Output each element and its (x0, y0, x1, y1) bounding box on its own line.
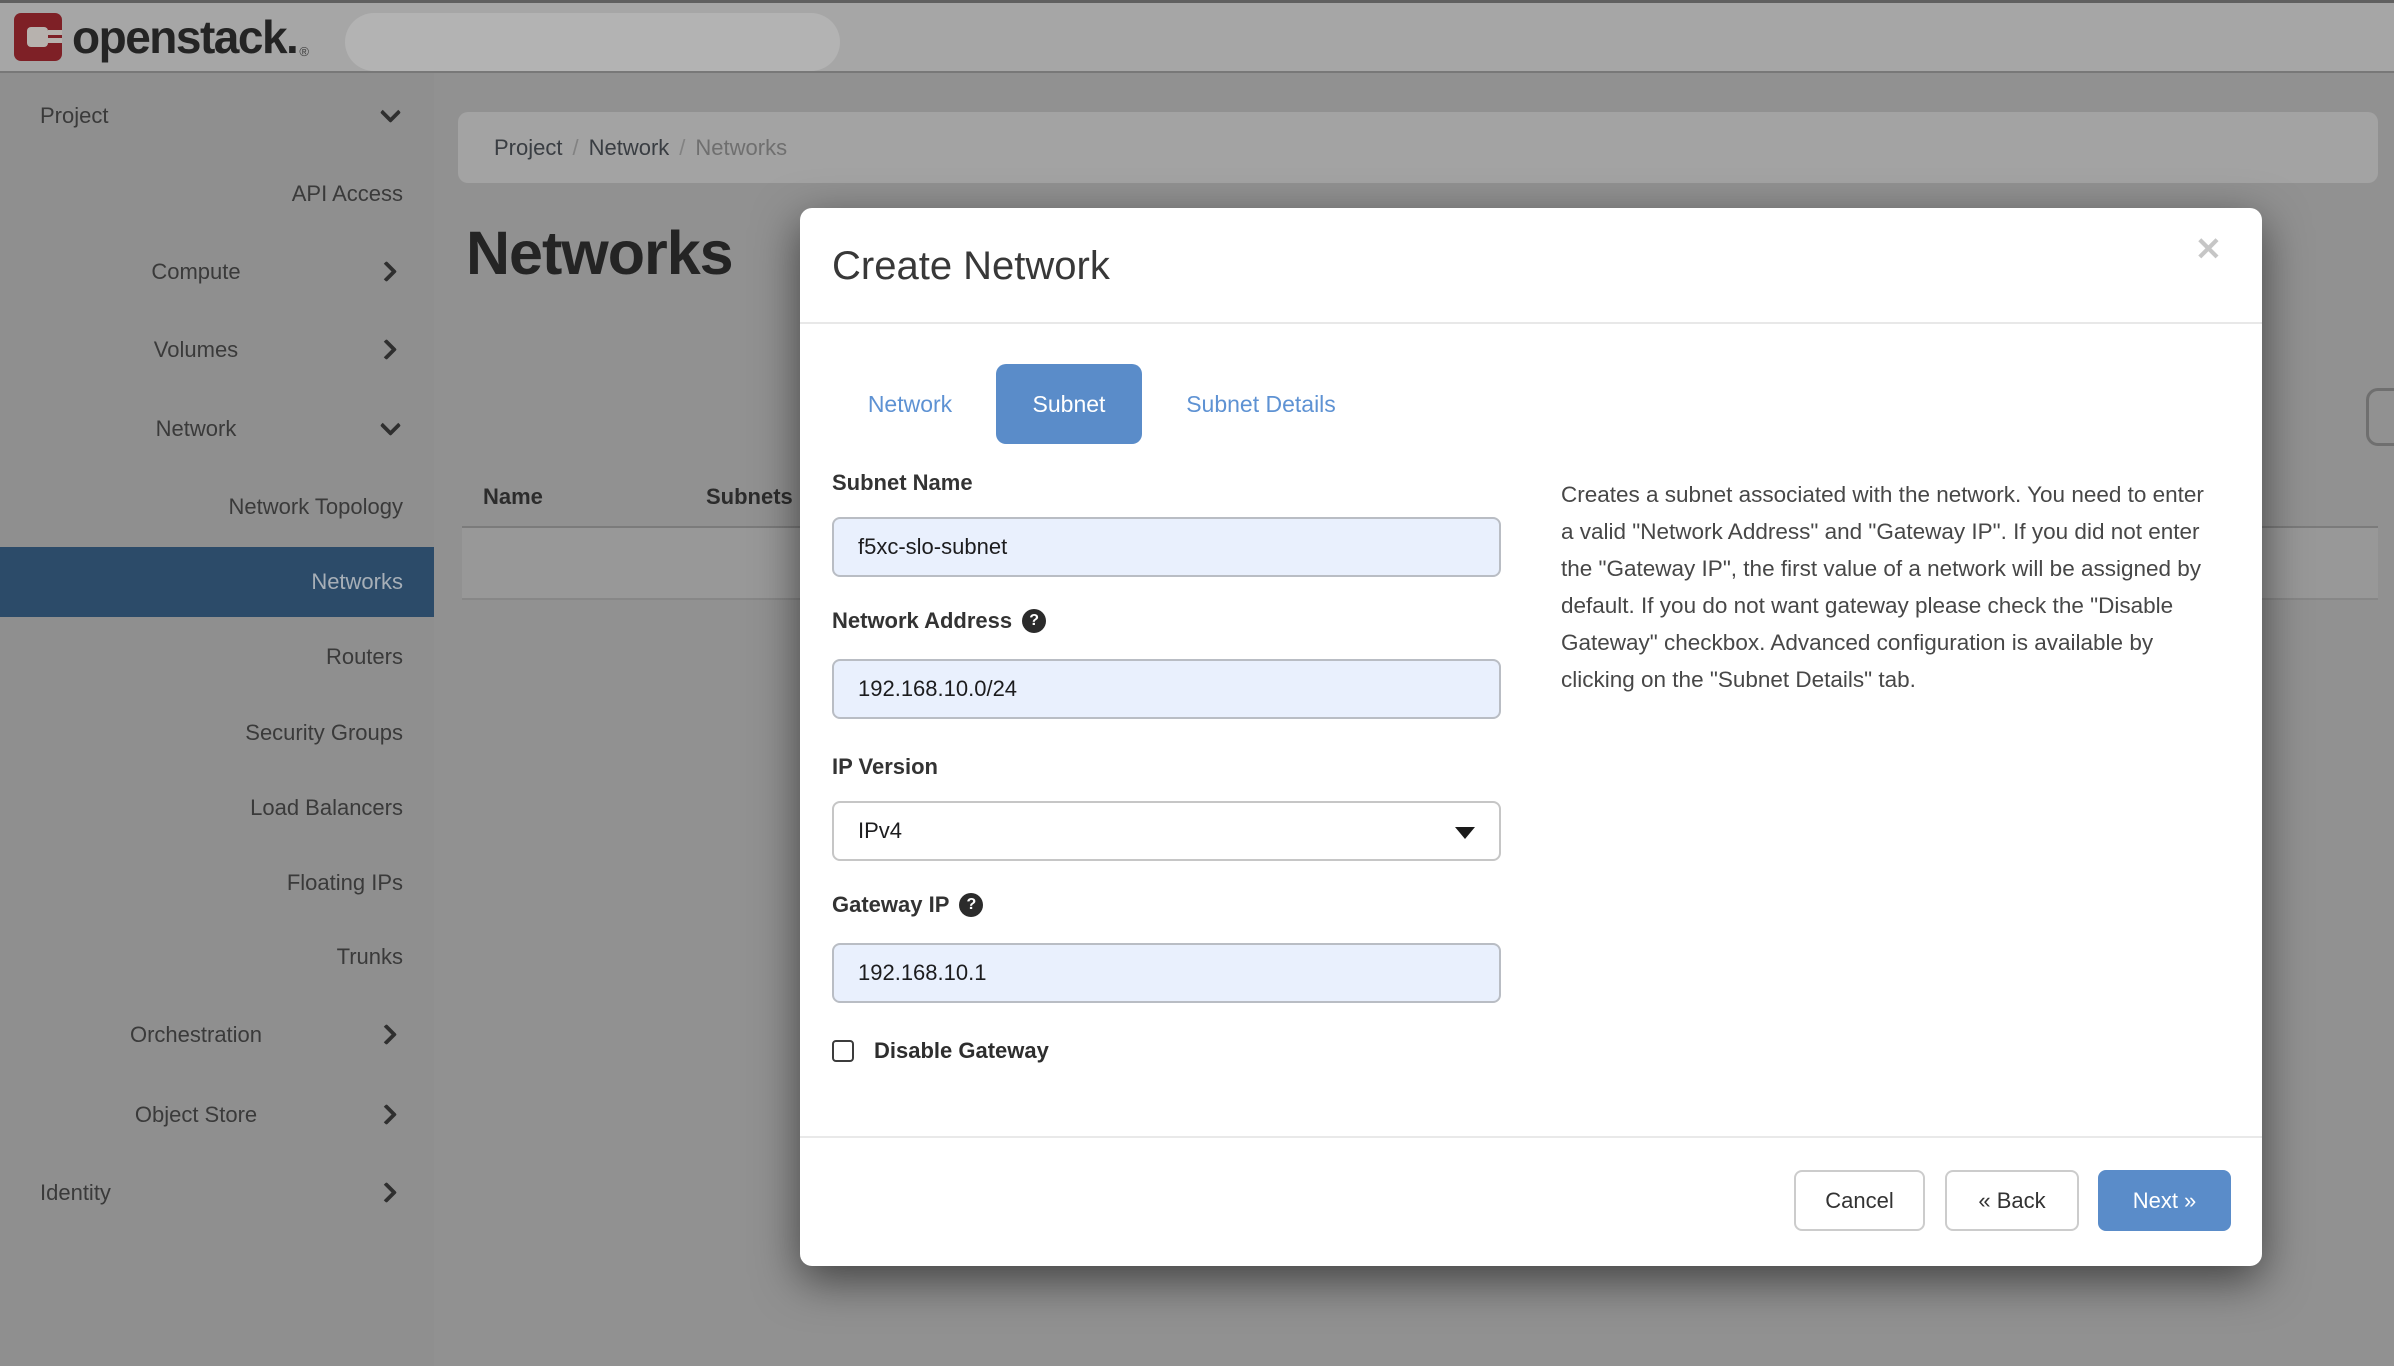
sidebar-item-routers[interactable]: Routers (0, 635, 434, 679)
ip-version-label: IP Version (832, 754, 938, 780)
network-address-input[interactable] (832, 659, 1501, 719)
breadcrumb-project[interactable]: Project (494, 135, 562, 160)
table-toolbar-button-cutoff[interactable] (2366, 388, 2394, 446)
openstack-logo-icon (14, 13, 62, 61)
subnet-help-text: Creates a subnet associated with the net… (1561, 476, 2217, 698)
back-button[interactable]: « Back (1945, 1170, 2079, 1231)
caret-down-icon (1455, 827, 1475, 839)
help-icon[interactable]: ? (959, 893, 983, 917)
breadcrumb-networks-current: Networks (695, 135, 787, 160)
top-navbar: openstack. ® (0, 0, 2394, 73)
registered-mark: ® (299, 44, 309, 59)
sidebar-item-networks-selected[interactable]: Networks (0, 547, 434, 617)
ip-version-select[interactable]: IPv4 (832, 801, 1501, 861)
sidebar-nav: Project API Access Compute Volumes Netwo… (0, 73, 434, 1366)
sidebar-item-network-topology[interactable]: Network Topology (0, 485, 434, 529)
tab-subnet-active[interactable]: Subnet (996, 364, 1142, 444)
subnet-name-input[interactable] (832, 517, 1501, 577)
sidebar-item-security-groups[interactable]: Security Groups (0, 711, 434, 755)
breadcrumb-network[interactable]: Network (589, 135, 670, 160)
network-address-label: Network Address ? (832, 608, 1046, 634)
subnet-name-label: Subnet Name (832, 470, 973, 496)
sidebar-item-load-balancers[interactable]: Load Balancers (0, 786, 434, 830)
modal-header-divider (800, 322, 2262, 324)
next-button[interactable]: Next » (2098, 1170, 2231, 1231)
sidebar-item-project[interactable]: Project (0, 94, 434, 138)
openstack-horizon-screen: openstack. ® Project API Access Compute … (0, 0, 2394, 1366)
cancel-button[interactable]: Cancel (1794, 1170, 1925, 1231)
tab-subnet-details[interactable]: Subnet Details (1156, 364, 1366, 444)
sidebar-item-trunks[interactable]: Trunks (0, 935, 434, 979)
gateway-ip-input[interactable] (832, 943, 1501, 1003)
sidebar-item-identity[interactable]: Identity (0, 1171, 434, 1215)
disable-gateway-label: Disable Gateway (874, 1038, 1049, 1064)
tab-network[interactable]: Network (840, 364, 980, 444)
breadcrumb-separator: / (562, 135, 588, 160)
openstack-brand[interactable]: openstack. ® (14, 13, 309, 61)
create-network-modal: Create Network ✕ Network Subnet Subnet D… (800, 208, 2262, 1266)
disable-gateway-checkbox[interactable] (832, 1040, 854, 1062)
navbar-search-field[interactable] (345, 13, 840, 71)
modal-title: Create Network (832, 244, 1110, 289)
sidebar-item-compute[interactable]: Compute (0, 250, 434, 294)
help-icon[interactable]: ? (1022, 609, 1046, 633)
sidebar-item-orchestration[interactable]: Orchestration (0, 1013, 434, 1057)
sidebar-item-network[interactable]: Network (0, 407, 434, 451)
breadcrumb: Project/Network/Networks (494, 112, 787, 183)
page-title: Networks (466, 218, 733, 288)
sidebar-item-floating-ips[interactable]: Floating IPs (0, 861, 434, 905)
sidebar-item-api-access[interactable]: API Access (0, 172, 434, 216)
modal-footer-divider (800, 1136, 2262, 1138)
brand-wordmark: openstack. (72, 13, 297, 61)
disable-gateway-row[interactable]: Disable Gateway (832, 1038, 1049, 1064)
sidebar-item-volumes[interactable]: Volumes (0, 328, 434, 372)
sidebar-item-object-store[interactable]: Object Store (0, 1093, 434, 1137)
close-icon[interactable]: ✕ (2195, 230, 2222, 268)
table-header-subnets[interactable]: Subnets (706, 484, 793, 510)
gateway-ip-label: Gateway IP ? (832, 892, 983, 918)
table-header-name[interactable]: Name (483, 484, 543, 510)
breadcrumb-separator: / (669, 135, 695, 160)
